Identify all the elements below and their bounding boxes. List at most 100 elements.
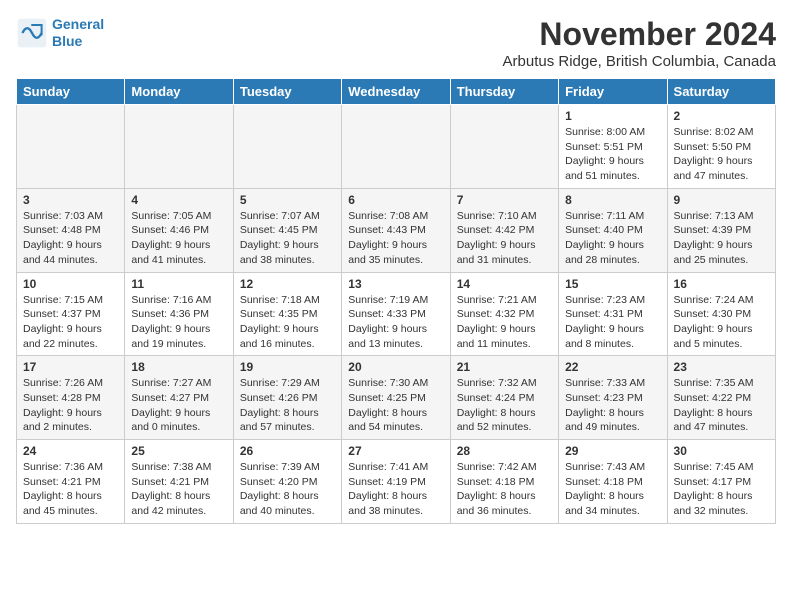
day-info: Sunrise: 7:05 AMSunset: 4:46 PMDaylight:…: [131, 209, 226, 268]
day-info-line: Sunset: 4:43 PM: [348, 223, 443, 238]
day-info-line: Daylight: 8 hours: [348, 406, 443, 421]
day-info-line: Daylight: 8 hours: [240, 406, 335, 421]
day-info-line: Sunrise: 7:03 AM: [23, 209, 118, 224]
day-number: 14: [457, 277, 552, 291]
day-info: Sunrise: 7:26 AMSunset: 4:28 PMDaylight:…: [23, 376, 118, 435]
day-info: Sunrise: 7:35 AMSunset: 4:22 PMDaylight:…: [674, 376, 769, 435]
day-info-line: and 45 minutes.: [23, 504, 118, 519]
day-info-line: and 2 minutes.: [23, 420, 118, 435]
day-number: 27: [348, 444, 443, 458]
logo-icon: [16, 17, 48, 49]
calendar-cell: 23 Sunrise: 7:35 AMSunset: 4:22 PMDayligh…: [667, 356, 775, 440]
day-number: 22: [565, 360, 660, 374]
day-info-line: Sunset: 4:23 PM: [565, 391, 660, 406]
day-info-line: Sunrise: 7:13 AM: [674, 209, 769, 224]
day-info: Sunrise: 7:29 AMSunset: 4:26 PMDaylight:…: [240, 376, 335, 435]
day-info-line: Sunrise: 7:43 AM: [565, 460, 660, 475]
day-number: 11: [131, 277, 226, 291]
calendar-cell: 27Sunrise: 7:41 AMSunset: 4:19 PMDayligh…: [342, 440, 450, 524]
day-info-line: Daylight: 8 hours: [457, 406, 552, 421]
day-info-line: Sunrise: 7:23 AM: [565, 293, 660, 308]
day-number: 17: [23, 360, 118, 374]
day-info-line: and 36 minutes.: [457, 504, 552, 519]
day-info-line: Daylight: 9 hours: [23, 406, 118, 421]
calendar-cell: 6Sunrise: 7:08 AMSunset: 4:43 PMDaylight…: [342, 188, 450, 272]
day-number: 12: [240, 277, 335, 291]
day-number: 1: [565, 109, 660, 123]
day-number: 25: [131, 444, 226, 458]
day-info-line: and 41 minutes.: [131, 253, 226, 268]
day-info-line: Sunset: 4:35 PM: [240, 307, 335, 322]
day-info-line: Sunrise: 7:11 AM: [565, 209, 660, 224]
day-info-line: Daylight: 8 hours: [565, 489, 660, 504]
day-info-line: Sunset: 4:42 PM: [457, 223, 552, 238]
calendar-cell: 20Sunrise: 7:30 AMSunset: 4:25 PMDayligh…: [342, 356, 450, 440]
day-info-line: Sunset: 4:21 PM: [131, 475, 226, 490]
weekday-header-sunday: Sunday: [17, 79, 125, 105]
day-number: 23: [674, 360, 769, 374]
day-number: 15: [565, 277, 660, 291]
day-info-line: Sunrise: 7:07 AM: [240, 209, 335, 224]
calendar-cell: [233, 105, 341, 189]
day-info-line: Sunset: 5:50 PM: [674, 140, 769, 155]
day-info-line: Sunset: 4:22 PM: [674, 391, 769, 406]
day-number: 9: [674, 193, 769, 207]
calendar-cell: 29Sunrise: 7:43 AMSunset: 4:18 PMDayligh…: [559, 440, 667, 524]
calendar-cell: 14 Sunrise: 7:21 AMSunset: 4:32 PMDayligh…: [450, 272, 558, 356]
day-info-line: Sunset: 4:26 PM: [240, 391, 335, 406]
day-info-line: Sunrise: 8:02 AM: [674, 125, 769, 140]
day-info-line: Daylight: 9 hours: [565, 322, 660, 337]
day-info-line: Sunrise: 7:35 AM: [674, 376, 769, 391]
day-info-line: Sunset: 4:21 PM: [23, 475, 118, 490]
day-info-line: and 52 minutes.: [457, 420, 552, 435]
calendar-cell: 18Sunrise: 7:27 AMSunset: 4:27 PMDayligh…: [125, 356, 233, 440]
day-info-line: Sunset: 4:39 PM: [674, 223, 769, 238]
day-info: Sunrise: 7:21 AMSunset: 4:32 PMDaylight:…: [457, 293, 552, 352]
day-info-line: Sunset: 5:51 PM: [565, 140, 660, 155]
day-info-line: Daylight: 9 hours: [131, 322, 226, 337]
logo: General Blue: [16, 16, 104, 50]
day-info-line: Sunrise: 7:08 AM: [348, 209, 443, 224]
day-info-line: Daylight: 9 hours: [348, 322, 443, 337]
day-info-line: Sunrise: 7:19 AM: [348, 293, 443, 308]
day-info-line: Sunrise: 7:15 AM: [23, 293, 118, 308]
location: Arbutus Ridge, British Columbia, Canada: [503, 53, 776, 70]
day-info: Sunrise: 7:11 AMSunset: 4:40 PMDaylight:…: [565, 209, 660, 268]
day-info-line: and 13 minutes.: [348, 337, 443, 352]
day-info-line: and 16 minutes.: [240, 337, 335, 352]
day-info-line: and 51 minutes.: [565, 169, 660, 184]
day-info-line: and 44 minutes.: [23, 253, 118, 268]
day-info-line: Sunrise: 7:29 AM: [240, 376, 335, 391]
calendar-cell: 9Sunrise: 7:13 AMSunset: 4:39 PMDaylight…: [667, 188, 775, 272]
day-info-line: Sunset: 4:20 PM: [240, 475, 335, 490]
calendar-cell: 25Sunrise: 7:38 AMSunset: 4:21 PMDayligh…: [125, 440, 233, 524]
day-info-line: Daylight: 8 hours: [565, 406, 660, 421]
calendar-header-row: SundayMondayTuesdayWednesdayThursdayFrid…: [17, 79, 776, 105]
day-info-line: Sunset: 4:18 PM: [565, 475, 660, 490]
day-info-line: Sunset: 4:46 PM: [131, 223, 226, 238]
day-number: 3: [23, 193, 118, 207]
day-info-line: Sunrise: 7:33 AM: [565, 376, 660, 391]
calendar-cell: 10Sunrise: 7:15 AMSunset: 4:37 PMDayligh…: [17, 272, 125, 356]
day-info-line: Sunset: 4:48 PM: [23, 223, 118, 238]
logo-line2: Blue: [52, 33, 82, 49]
day-info-line: Sunrise: 8:00 AM: [565, 125, 660, 140]
day-info-line: and 25 minutes.: [674, 253, 769, 268]
day-info: Sunrise: 7:43 AMSunset: 4:18 PMDaylight:…: [565, 460, 660, 519]
calendar-cell: 15 Sunrise: 7:23 AMSunset: 4:31 PMDayligh…: [559, 272, 667, 356]
day-number: 21: [457, 360, 552, 374]
day-info-line: Sunrise: 7:21 AM: [457, 293, 552, 308]
day-info-line: Sunrise: 7:05 AM: [131, 209, 226, 224]
day-number: 7: [457, 193, 552, 207]
logo-text: General Blue: [52, 16, 104, 50]
day-info-line: Sunrise: 7:42 AM: [457, 460, 552, 475]
day-info: Sunrise: 7:23 AMSunset: 4:31 PMDaylight:…: [565, 293, 660, 352]
day-info-line: Sunrise: 7:27 AM: [131, 376, 226, 391]
day-info-line: Sunrise: 7:32 AM: [457, 376, 552, 391]
day-info-line: Daylight: 8 hours: [674, 489, 769, 504]
day-info-line: Sunset: 4:32 PM: [457, 307, 552, 322]
weekday-header-wednesday: Wednesday: [342, 79, 450, 105]
day-info: Sunrise: 7:27 AMSunset: 4:27 PMDaylight:…: [131, 376, 226, 435]
calendar-cell: 12Sunrise: 7:18 AMSunset: 4:35 PMDayligh…: [233, 272, 341, 356]
calendar-week-row: 17 Sunrise: 7:26 AMSunset: 4:28 PMDayligh…: [17, 356, 776, 440]
